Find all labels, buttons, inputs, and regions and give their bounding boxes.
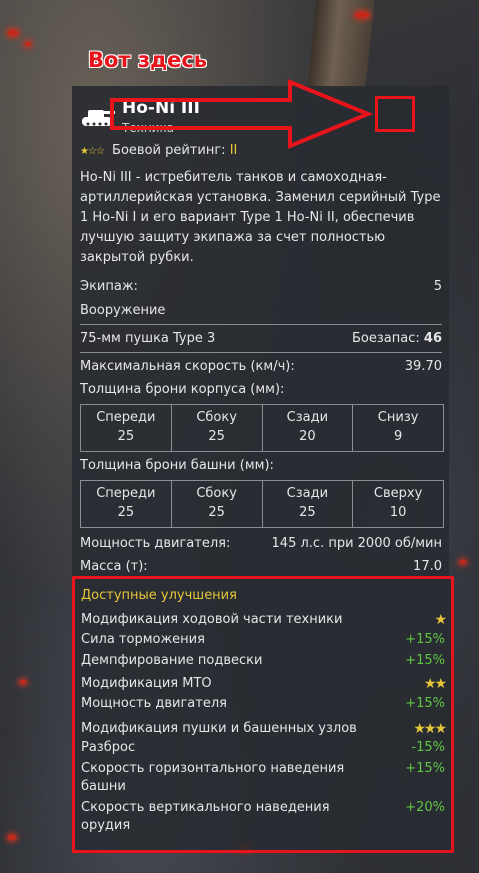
hull-armor-cell: Сбоку 25 (172, 405, 263, 451)
upgrade-category: Модификация пушки и башенных узлов ★★★ (81, 720, 447, 738)
armor-side-label: Спереди (96, 410, 156, 425)
upgrade-item-name: Скорость вертикального наведения орудия (81, 800, 330, 833)
armor-side-label: Сзади (286, 486, 329, 501)
armor-side-label: Сбоку (196, 486, 237, 501)
vehicle-tooltip: Ho-Ni III Техника ★☆☆ Боевой рейтинг: II… (72, 86, 449, 581)
armament-row: Вооружение (80, 303, 442, 318)
speed-value: 39.70 (404, 359, 442, 374)
mass-label: Масса (т): (80, 559, 148, 574)
armor-value: 25 (117, 429, 135, 444)
ammo-value: 46 (423, 331, 442, 346)
annotation-highlight-box (375, 96, 415, 132)
armament-label: Вооружение (80, 303, 166, 318)
ammo-info: Боезапас: 46 (352, 331, 442, 346)
engine-label: Мощность двигателя: (80, 536, 231, 551)
upgrade-item: Скорость вертикального наведения орудия +… (81, 799, 445, 835)
ember (20, 680, 26, 684)
upgrade-item: Скорость горизонтального наведения башни… (81, 760, 445, 796)
crew-value: 5 (433, 279, 442, 294)
annotation-arrow-icon (110, 79, 374, 149)
armor-side-label: Сзади (286, 410, 329, 425)
upgrade-item-name: Мощность двигателя (81, 696, 227, 711)
hull-armor-table: Спереди 25 Сбоку 25 Сзади 20 Снизу 9 (80, 404, 444, 452)
upgrade-category-name: Модификация пушки и башенных узлов (81, 721, 357, 736)
crew-row: Экипаж: 5 (80, 279, 442, 294)
turret-armor-cell: Сбоку 25 (172, 481, 263, 527)
upgrade-item-value: +15% (405, 761, 445, 776)
turret-armor-heading: Толщина брони башни (мм): (80, 458, 442, 473)
engine-value: 145 л.с. при 2000 об/мин (271, 536, 442, 551)
turret-armor-label: Толщина брони башни (мм): (80, 458, 274, 473)
divider (80, 324, 442, 325)
gun-row: 75-мм пушка Type 3 Боезапас: 46 (80, 331, 442, 346)
hull-armor-label: Толщина брони корпуса (мм): (80, 382, 285, 397)
hull-armor-cell: Сзади 20 (263, 405, 354, 451)
speed-row: Максимальная скорость (км/ч): 39.70 (80, 359, 442, 374)
armor-value: 25 (117, 505, 135, 520)
upgrade-star-icon: ★★★ (413, 721, 447, 737)
hull-armor-heading: Толщина брони корпуса (мм): (80, 382, 442, 397)
turret-armor-table: Спереди 25 Сбоку 25 Сзади 25 Сверху 10 (80, 480, 444, 528)
upgrade-category-name: Модификация МТО (81, 676, 212, 691)
upgrade-category: Модификация МТО ★★ (81, 675, 447, 693)
hull-armor-cell: Спереди 25 (81, 405, 172, 451)
ammo-label: Боезапас: (352, 331, 420, 346)
upgrade-item-name: Сила торможения (81, 632, 205, 647)
upgrade-item-value: +15% (405, 696, 445, 711)
ember (460, 560, 466, 564)
upgrade-category-name: Модификация ходовой части техники (81, 612, 343, 627)
turret-armor-cell: Сзади 25 (263, 481, 354, 527)
armor-side-label: Сверху (373, 486, 423, 501)
upgrade-item: Сила торможения +15% (81, 631, 445, 649)
turret-armor-cell: Сверху 10 (353, 481, 443, 527)
upgrade-item-name: Разброс (81, 740, 136, 755)
turret-armor-cell: Спереди 25 (81, 481, 172, 527)
armor-side-label: Сбоку (196, 410, 237, 425)
upgrade-item-value: -15% (411, 740, 445, 755)
armor-value: 20 (299, 429, 316, 444)
hull-armor-cell: Снизу 9 (353, 405, 443, 451)
upgrade-item-name: Скорость горизонтального наведения башни (81, 761, 345, 794)
mass-value: 17.0 (413, 559, 442, 574)
upgrade-item-value: +15% (405, 653, 445, 668)
upgrade-item-name: Демпфирование подвески (81, 653, 263, 668)
armor-value: 25 (208, 505, 225, 520)
upgrade-star-icon: ★ (434, 612, 446, 628)
armor-value: 25 (208, 429, 225, 444)
armor-side-label: Снизу (377, 410, 419, 425)
armor-value: 25 (299, 505, 316, 520)
upgrade-star-icon: ★★ (423, 676, 447, 692)
upgrade-item: Разброс -15% (81, 739, 445, 757)
armor-value: 9 (393, 429, 403, 444)
upgrade-item: Демпфирование подвески +15% (81, 652, 445, 670)
crew-label: Экипаж: (80, 279, 138, 294)
upgrade-category: Модификация ходовой части техники ★ (81, 611, 447, 629)
armor-side-label: Спереди (96, 486, 156, 501)
vehicle-description: Ho-Ni III - истребитель танков и самоход… (80, 170, 441, 265)
mass-row: Масса (т): 17.0 (80, 559, 442, 574)
speed-label: Максимальная скорость (км/ч): (80, 359, 295, 374)
divider (80, 352, 442, 353)
gun-name: 75-мм пушка Type 3 (80, 331, 216, 346)
armor-value: 10 (389, 505, 407, 520)
upgrade-item: Мощность двигателя +15% (81, 695, 445, 713)
upgrades-section: Доступные улучшения Модификация ходовой … (72, 576, 454, 853)
upgrades-title: Доступные улучшения (81, 588, 237, 603)
engine-row: Мощность двигателя: 145 л.с. при 2000 об… (80, 536, 442, 551)
upgrade-item-value: +20% (405, 800, 445, 815)
upgrade-item-value: +15% (405, 632, 445, 647)
ember (8, 835, 16, 840)
